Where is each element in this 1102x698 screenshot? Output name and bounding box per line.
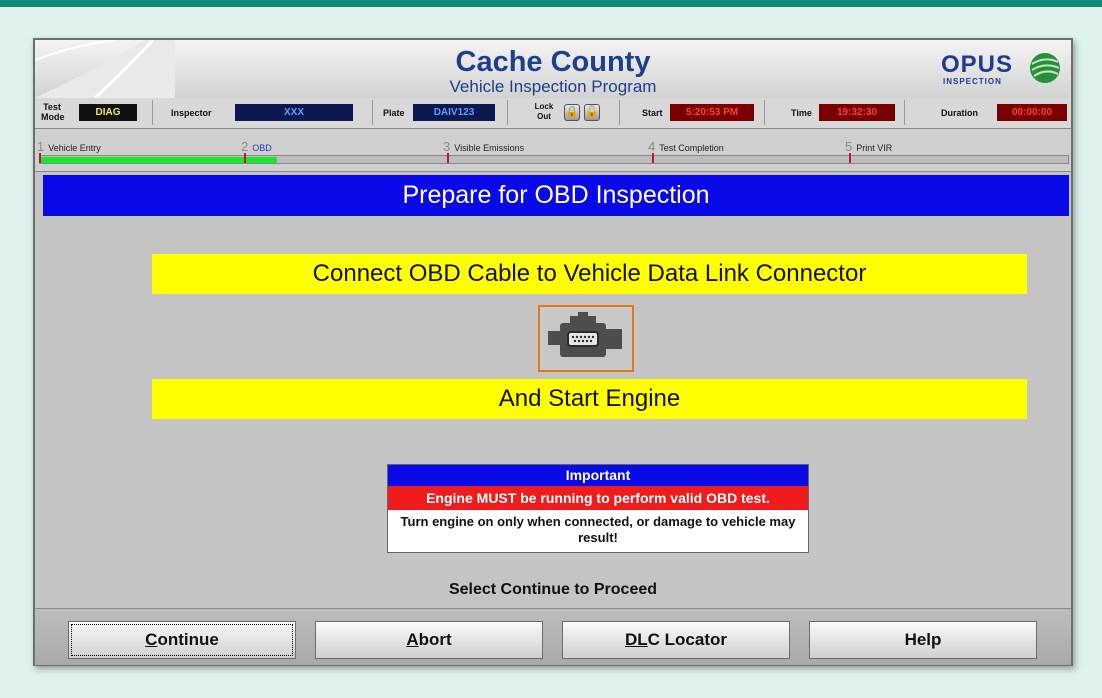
step-tick: [447, 153, 449, 163]
step-print-vir: 5 Print VIR: [845, 139, 892, 154]
plate-cell: Plate DAIV123: [373, 100, 508, 125]
app-window: Cache County Vehicle Inspection Program …: [33, 38, 1073, 666]
abort-button[interactable]: Abort: [315, 621, 543, 659]
step-vehicle-entry: 1 Vehicle Entry: [37, 139, 101, 154]
step-number: 4: [648, 139, 656, 154]
important-warning: Engine MUST be running to perform valid …: [388, 486, 808, 510]
inspector-cell: Inspector XXX: [153, 100, 373, 125]
step-number: 5: [845, 139, 853, 154]
important-note: Turn engine on only when connected, or d…: [400, 514, 796, 545]
status-info-bar: Test Mode DIAG Inspector XXX Plate DAIV1…: [35, 98, 1071, 129]
step-tick: [244, 153, 246, 163]
abort-label: bort: [418, 630, 452, 649]
duration-cell: Duration 00:00:00: [905, 100, 1071, 125]
app-subtitle: Vehicle Inspection Program: [449, 77, 657, 96]
logo-subtext: INSPECTION: [943, 77, 1002, 86]
step-tick: [849, 153, 851, 163]
duration-value: 00:00:00: [997, 104, 1067, 121]
start-cell: Start 5:20:53 PM: [620, 100, 765, 125]
engine-icon: [548, 312, 622, 357]
progress-fill: [41, 157, 277, 163]
step-tick: [39, 153, 41, 163]
duration-label: Duration: [941, 108, 978, 118]
lockout-cell: Lock Out 🔒 🔓: [508, 100, 620, 125]
progress-steps: 1 Vehicle Entry 2 OBD 3 Visible Emissions 4…: [35, 129, 1071, 172]
instruction-connect-cable: Connect OBD Cable to Vehicle Data Link C…: [152, 254, 1027, 294]
globe-icon: [1030, 53, 1060, 83]
app-header: Cache County Vehicle Inspection Program …: [35, 40, 1071, 99]
step-label: Visible Emissions: [454, 143, 525, 153]
time-label: Time: [791, 108, 812, 118]
app-title: Cache County: [455, 46, 651, 78]
continue-button[interactable]: Continue: [68, 621, 296, 659]
test-mode-label: Test Mode: [41, 102, 65, 122]
step-obd: 2 OBD: [241, 139, 272, 154]
engine-icon-frame: [538, 305, 634, 372]
plate-label: Plate: [383, 108, 405, 118]
inspector-label: Inspector: [171, 108, 212, 118]
page-title-banner: Prepare for OBD Inspection: [43, 175, 1069, 216]
step-label: Test Completion: [659, 143, 724, 153]
dlc-label: C Locator: [647, 630, 727, 649]
step-label: Print VIR: [856, 143, 893, 153]
opus-logo: OPUS INSPECTION: [941, 50, 1060, 90]
continue-accesskey: C: [145, 630, 158, 649]
dlc-accesskey: DL: [624, 630, 648, 649]
important-heading: Important: [388, 465, 808, 486]
continue-label: ontinue: [157, 630, 219, 649]
logo-text: OPUS: [941, 51, 1014, 78]
abort-accesskey: A: [406, 630, 419, 649]
lockout-label: Lock Out: [534, 102, 554, 121]
plate-value: DAIV123: [413, 104, 495, 121]
step-number: 2: [241, 139, 249, 154]
time-value: 19:32:30: [819, 104, 895, 121]
help-button[interactable]: Help: [809, 621, 1037, 659]
step-label: OBD: [252, 143, 272, 153]
step-number: 3: [443, 139, 451, 154]
lock-closed-icon[interactable]: 🔒: [564, 104, 580, 121]
lock-open-icon[interactable]: 🔓: [584, 104, 600, 121]
step-number: 1: [37, 139, 45, 154]
test-mode-cell: Test Mode DIAG: [35, 100, 153, 125]
step-test-completion: 4 Test Completion: [648, 139, 724, 154]
step-visible-emissions: 3 Visible Emissions: [443, 139, 524, 154]
top-accent-bar: [0, 0, 1102, 7]
instruction-start-engine: And Start Engine: [152, 379, 1027, 419]
step-tick: [652, 153, 654, 163]
test-mode-value: DIAG: [79, 104, 137, 121]
step-label: Vehicle Entry: [48, 143, 101, 153]
dlc-locator-button[interactable]: DLC Locator: [562, 621, 790, 659]
inspector-value: XXX: [235, 104, 353, 121]
start-value: 5:20:53 PM: [670, 104, 754, 121]
button-bar: Continue Abort DLC Locator Help: [35, 608, 1071, 665]
important-notice: Important Engine MUST be running to perf…: [387, 464, 809, 553]
time-cell: Time 19:32:30: [765, 100, 905, 125]
proceed-instruction: Select Continue to Proceed: [448, 581, 658, 598]
start-label: Start: [642, 108, 663, 118]
